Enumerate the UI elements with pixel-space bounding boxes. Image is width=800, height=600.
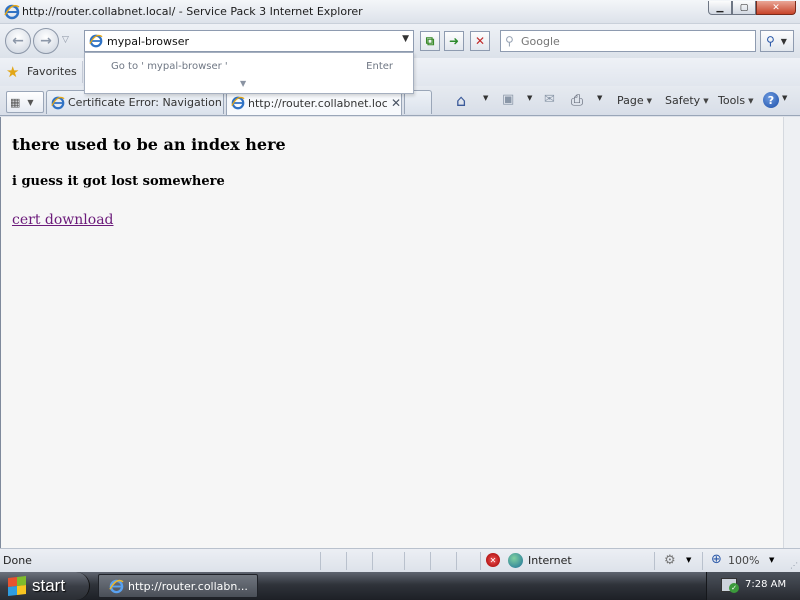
address-autocomplete: Go to ' mypal-browser ' Enter ▼ <box>84 52 414 94</box>
check-icon: ✓ <box>729 583 739 593</box>
divider <box>480 552 481 570</box>
zoom-level[interactable]: 100% <box>728 554 759 567</box>
divider <box>404 552 405 570</box>
divider <box>320 552 321 570</box>
tab-label: http://router.collabnet.loca... <box>248 96 387 110</box>
back-button[interactable]: ← <box>5 28 31 54</box>
feeds-dropdown-icon[interactable]: ▼ <box>527 94 532 102</box>
window-title: http://router.collabnet.local/ - Service… <box>22 5 363 18</box>
safety-menu-label: Safety <box>665 94 701 107</box>
address-input[interactable] <box>107 33 397 49</box>
feeds-icon[interactable]: ▣ <box>502 92 514 107</box>
security-error-icon[interactable]: ✕ <box>486 553 500 567</box>
chevron-down-icon: ▼ <box>703 96 709 105</box>
divider <box>346 552 347 570</box>
stop-icon: ✕ <box>474 34 486 48</box>
protected-mode-dropdown-icon[interactable]: ▼ <box>686 556 691 564</box>
chevron-down-icon: ▼ <box>748 96 754 105</box>
safety-menu[interactable]: Safety ▼ <box>665 94 709 107</box>
expand-chevron-icon[interactable]: ▼ <box>240 79 246 88</box>
clock[interactable]: 7:28 AM <box>745 579 786 590</box>
search-box[interactable]: ⚲ <box>500 30 756 52</box>
search-icon: ⚲ <box>766 34 775 48</box>
status-bar: Done ✕ Internet ⚙ ▼ ⊕ 100% ▼ ⋰ <box>0 548 800 572</box>
taskbar-item-ie[interactable]: http://router.collabn... <box>98 574 258 598</box>
protected-mode-icon[interactable]: ⚙ <box>664 553 676 568</box>
forward-button[interactable]: → <box>33 28 59 54</box>
tools-menu-label: Tools <box>718 94 746 107</box>
divider <box>702 552 703 570</box>
search-button[interactable]: ⚲ ▼ <box>760 30 794 52</box>
close-tab-icon[interactable]: ✕ <box>391 96 401 110</box>
favorites-star-icon[interactable]: ★ <box>6 63 19 81</box>
search-input[interactable] <box>521 33 751 49</box>
divider <box>456 552 457 570</box>
tab-label: Certificate Error: Navigation B... <box>68 96 223 109</box>
ie-logo-icon <box>231 96 245 110</box>
print-dropdown-icon[interactable]: ▼ <box>597 94 602 102</box>
page-menu[interactable]: Page ▼ <box>617 94 652 107</box>
tools-menu[interactable]: Tools ▼ <box>718 94 754 107</box>
help-icon[interactable]: ? <box>763 92 779 108</box>
page-subheading: i guess it got lost somewhere <box>12 174 225 189</box>
zoom-dropdown-icon[interactable]: ▼ <box>769 556 774 564</box>
quick-tabs-button[interactable]: ▦ ▼ <box>6 91 44 113</box>
compatibility-view-button[interactable]: ⧉ <box>420 31 440 51</box>
favorites-button[interactable]: Favorites <box>27 65 77 78</box>
maximize-button[interactable]: ▢ <box>732 1 756 15</box>
tab-list-dropdown-icon[interactable]: ▼ <box>27 98 33 107</box>
ie-logo-icon <box>89 34 103 48</box>
close-button[interactable]: ✕ <box>756 1 796 15</box>
taskbar: start http://router.collabn... ✓ 7:28 AM <box>0 572 800 600</box>
system-tray: ✓ 7:28 AM <box>706 572 800 600</box>
mail-icon[interactable]: ✉ <box>544 92 555 107</box>
cert-download-link[interactable]: cert download <box>12 212 114 228</box>
address-bar[interactable]: ▼ <box>84 30 414 52</box>
windows-logo-icon <box>8 576 26 596</box>
compatibility-icon: ⧉ <box>425 33 435 48</box>
autocomplete-goto-item[interactable]: Go to ' mypal-browser ' <box>111 61 228 72</box>
print-icon[interactable]: ⎙ <box>571 91 583 109</box>
zone-label[interactable]: Internet <box>528 554 572 567</box>
divider <box>82 61 83 83</box>
taskbar-item-label: http://router.collabn... <box>128 579 248 593</box>
vertical-scrollbar[interactable] <box>783 117 800 548</box>
quick-tabs-icon: ▦ <box>10 95 21 109</box>
page-content: there used to be an index here i guess i… <box>0 117 783 548</box>
home-icon[interactable]: ⌂ <box>456 91 466 110</box>
minimize-button[interactable]: ▁ <box>708 1 732 15</box>
stop-button[interactable]: ✕ <box>470 31 490 51</box>
search-icon: ⚲ <box>505 34 514 48</box>
go-button[interactable]: ➜ <box>444 31 464 51</box>
zoom-icon[interactable]: ⊕ <box>711 552 722 567</box>
internet-zone-icon <box>508 553 523 568</box>
divider <box>372 552 373 570</box>
back-arrow-icon: ← <box>12 33 24 49</box>
ie-logo-icon <box>4 4 20 20</box>
resize-grip-icon[interactable]: ⋰ <box>790 561 798 570</box>
divider <box>430 552 431 570</box>
page-heading: there used to be an index here <box>12 135 286 154</box>
forward-arrow-icon: → <box>40 33 52 49</box>
autocomplete-enter-hint: Enter <box>366 61 393 72</box>
chevron-down-icon: ▼ <box>646 96 653 105</box>
divider <box>654 552 655 570</box>
help-dropdown-icon[interactable]: ▼ <box>782 94 787 102</box>
recent-pages-dropdown[interactable]: ▽ <box>62 35 69 45</box>
address-dropdown-icon[interactable]: ▼ <box>402 34 409 44</box>
search-options-dropdown-icon: ▼ <box>780 36 787 46</box>
page-menu-label: Page <box>617 94 644 107</box>
ie-logo-icon <box>51 96 65 109</box>
window-controls: ▁ ▢ ✕ <box>708 1 796 15</box>
go-arrow-icon: ➜ <box>448 34 460 48</box>
start-button[interactable]: start <box>0 572 90 600</box>
home-dropdown-icon[interactable]: ▼ <box>483 94 488 102</box>
ie-logo-icon <box>109 579 124 593</box>
start-label: start <box>32 576 66 595</box>
status-text: Done <box>3 554 32 567</box>
title-bar: http://router.collabnet.local/ - Service… <box>0 0 800 24</box>
